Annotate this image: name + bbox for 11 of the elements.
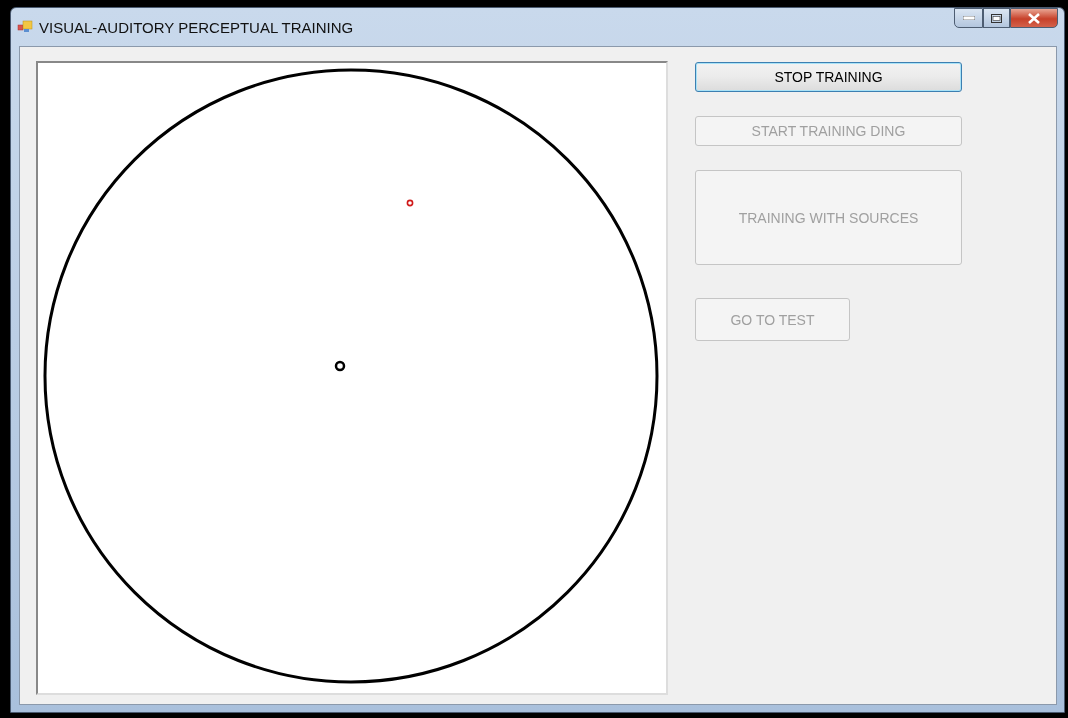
window-title: VISUAL-AUDITORY PERCEPTUAL TRAINING <box>39 18 355 36</box>
maximize-icon <box>991 13 1002 23</box>
action-button[interactable]: STOP TRAINING <box>695 62 962 92</box>
minimize-icon <box>962 16 975 20</box>
minimize-button[interactable] <box>954 8 983 28</box>
app-icon <box>17 19 33 35</box>
center-dot <box>334 360 346 372</box>
close-icon <box>1028 12 1040 24</box>
maximize-button[interactable] <box>983 8 1010 28</box>
target-dot <box>406 199 414 207</box>
close-button[interactable] <box>1010 8 1058 28</box>
